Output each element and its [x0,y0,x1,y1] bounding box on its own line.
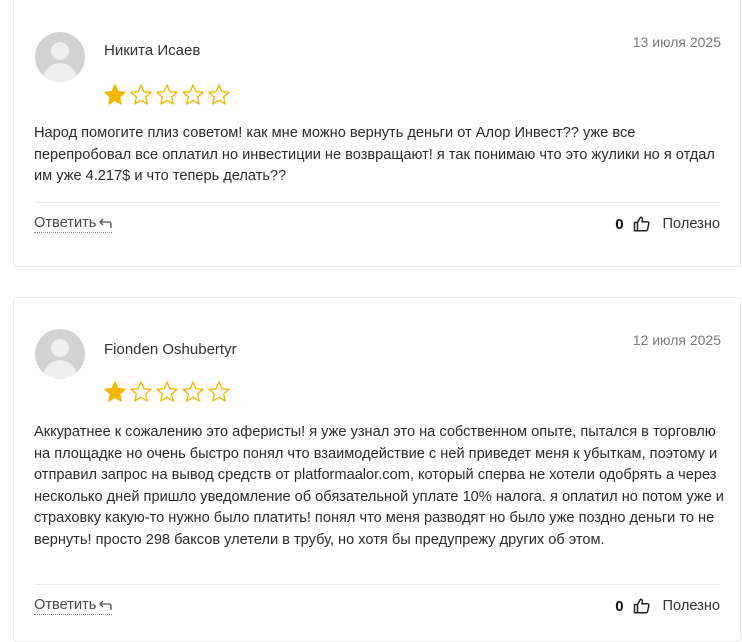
vote-count: 0 [615,215,624,233]
avatar [35,329,85,379]
avatar [35,32,85,82]
vote-area: 0 Полезно [615,597,720,615]
star-filled-icon [104,84,126,105]
thumbs-up-icon[interactable] [633,215,651,233]
review-date: 12 июля 2025 [632,332,721,348]
vote-count: 0 [615,597,624,615]
star-empty-icon [182,381,204,402]
star-empty-icon [156,381,178,402]
star-filled-icon [104,381,126,402]
star-empty-icon [208,84,230,105]
divider [34,584,720,585]
star-empty-icon [182,84,204,105]
star-rating [103,380,231,404]
star-empty-icon [130,84,152,105]
avatar-head-shape [51,339,69,357]
star-empty-icon [208,381,230,402]
star-empty-icon [156,84,178,105]
useful-button[interactable]: Полезно [663,216,720,232]
star-empty-icon [130,381,152,402]
avatar-body-shape [43,360,77,379]
reply-button[interactable]: Ответить [34,597,113,615]
review-date: 13 июля 2025 [632,34,721,50]
reply-arrow-icon [99,218,113,228]
vote-area: 0 Полезно [615,215,720,233]
divider [34,202,720,203]
avatar-body-shape [43,63,77,82]
reply-arrow-icon [99,600,113,610]
reply-label: Ответить [34,215,97,231]
review-card: Никита Исаев 13 июля 2025 Народ помогите… [13,0,741,267]
review-author: Fionden Oshubertyr [104,341,237,358]
reply-button[interactable]: Ответить [34,215,113,233]
reply-label: Ответить [34,597,97,613]
star-rating [103,83,231,107]
avatar-head-shape [51,42,69,60]
thumbs-up-icon[interactable] [633,597,651,615]
review-text: Народ помогите плиз советом! как мне мож… [34,125,715,185]
review-author: Никита Исаев [104,42,201,59]
review-text: Аккуратнее к сожалению это аферисты! я у… [34,424,724,548]
useful-button[interactable]: Полезно [663,598,720,614]
review-card: Fionden Oshubertyr 12 июля 2025 Аккуратн… [13,297,741,642]
